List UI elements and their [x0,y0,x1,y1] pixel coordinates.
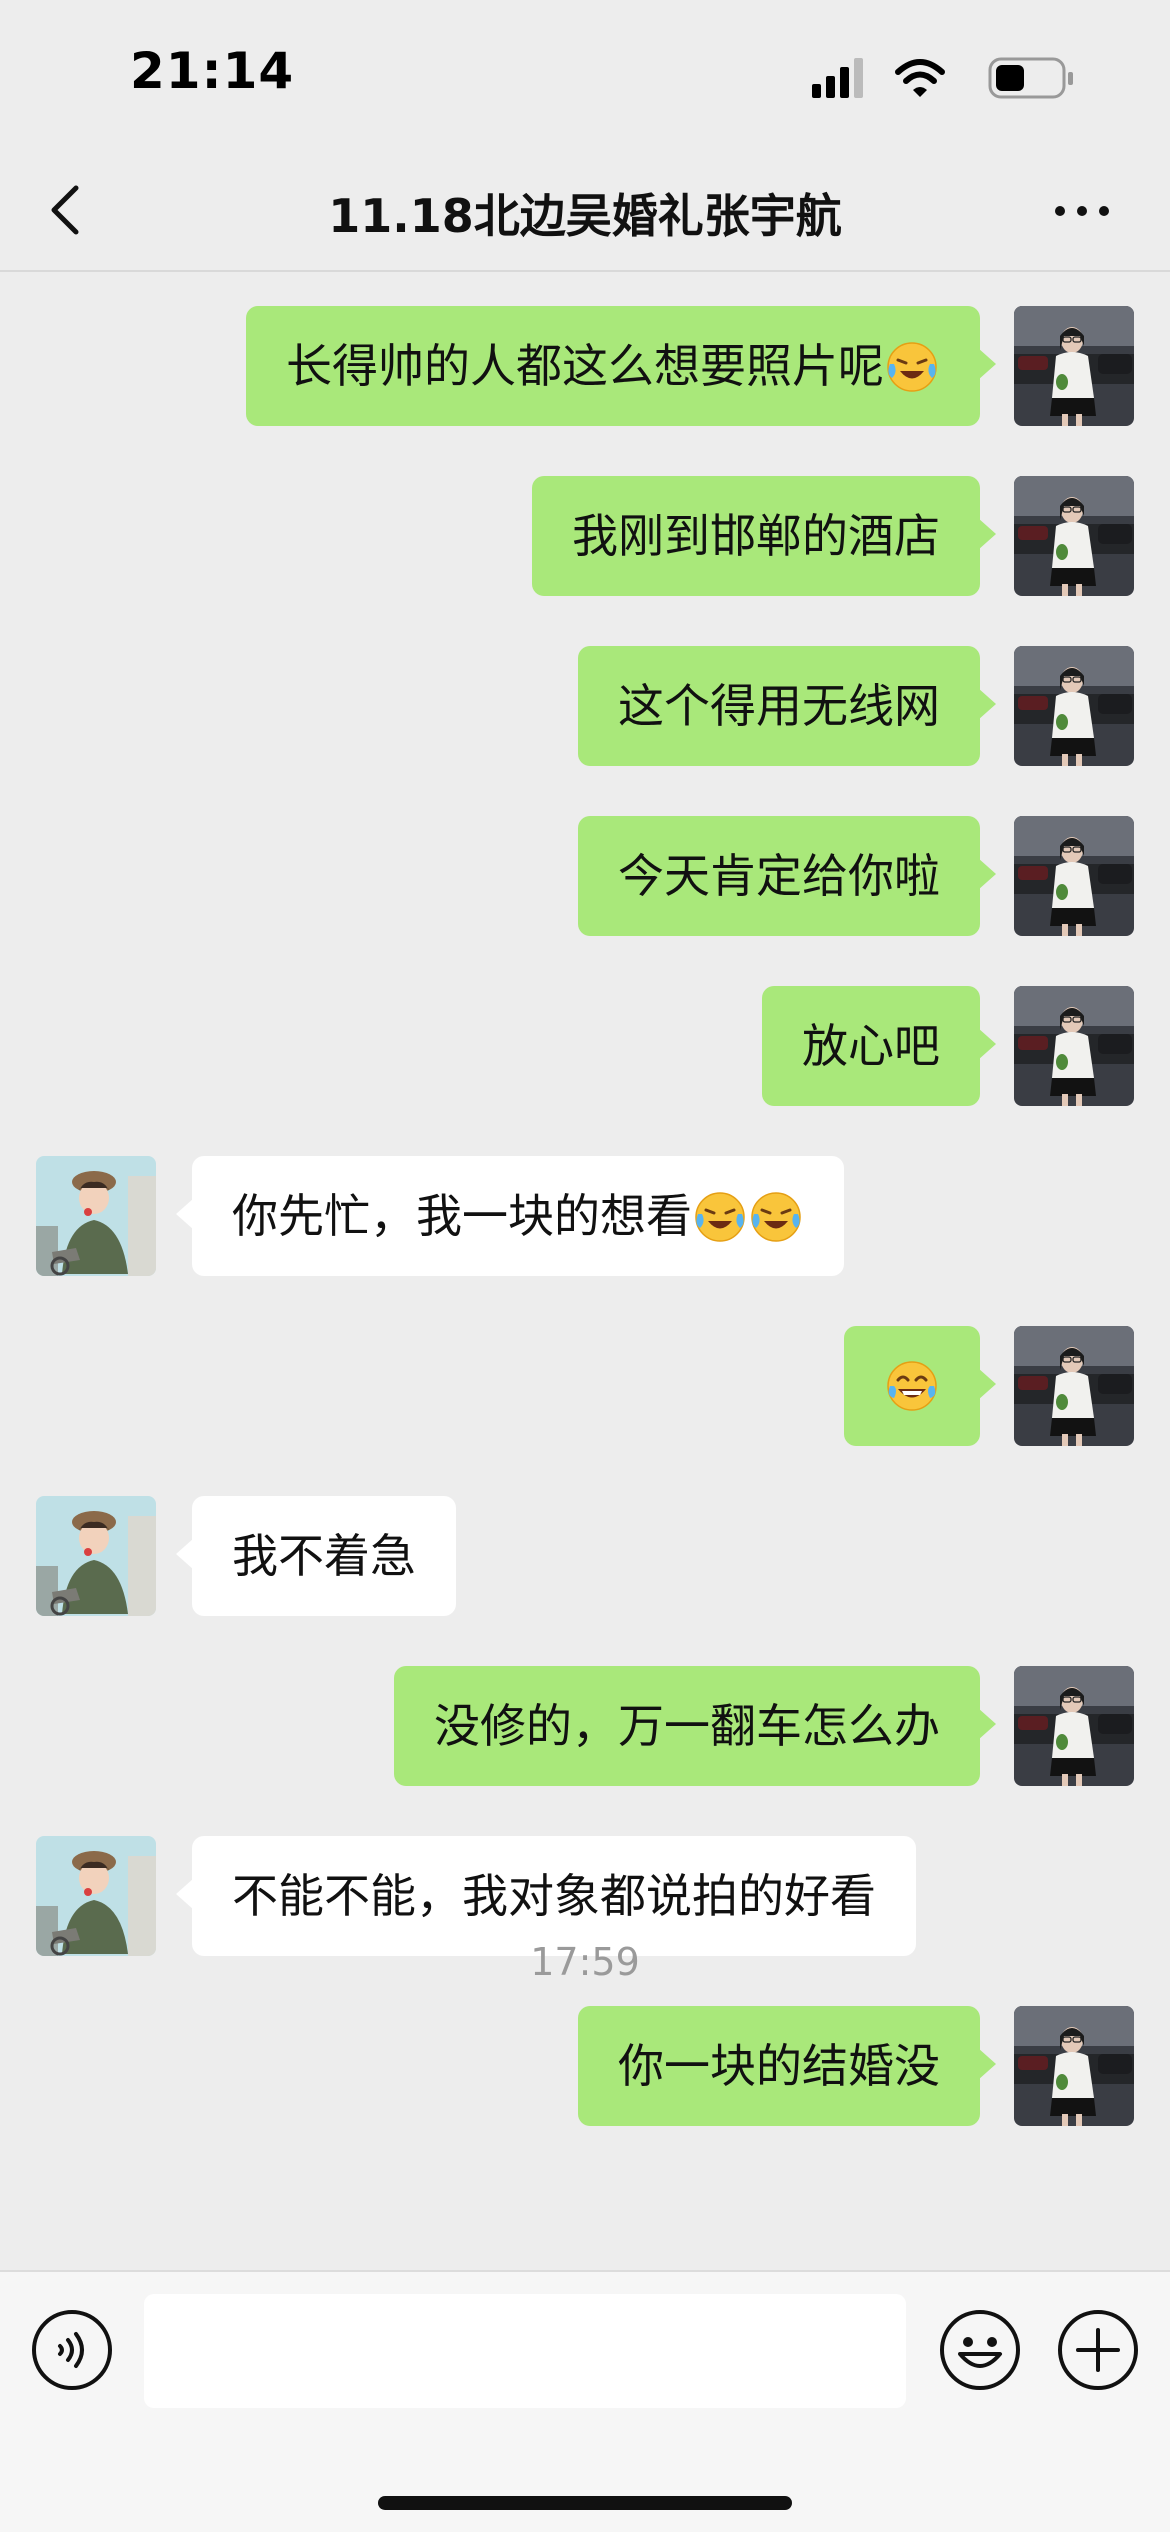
message-input[interactable] [144,2294,906,2408]
message-outgoing: 这个得用无线网 [0,646,1170,770]
battery-icon [988,57,1073,99]
message-text: 你一块的结婚没 [618,2039,940,2093]
my-avatar[interactable] [1014,2006,1134,2126]
tears-of-joy-emoji-icon [748,1188,804,1244]
message-timestamp: 17:59 [530,1940,640,1984]
message-bubble[interactable]: 我刚到邯郸的酒店 [532,476,996,596]
back-chevron-icon[interactable] [38,178,98,242]
more-options-icon[interactable] [1052,196,1112,226]
message-bubble[interactable] [844,1326,996,1446]
message-bubble[interactable]: 你一块的结婚没 [578,2006,996,2126]
message-text: 我刚到邯郸的酒店 [572,509,940,563]
message-incoming: 你先忙，我一块的想看 [0,1156,1170,1280]
my-avatar[interactable] [1014,1666,1134,1786]
joy-emoji-icon [884,1358,940,1414]
message-bubble[interactable]: 你先忙，我一块的想看 [176,1156,844,1276]
message-bubble[interactable]: 不能不能，我对象都说拍的好看 [176,1836,916,1956]
wifi-icon [895,59,945,97]
my-avatar[interactable] [1014,1326,1134,1446]
chat-title: 11.18北边吴婚礼张宇航 [328,189,842,243]
message-bubble[interactable]: 今天肯定给你啦 [578,816,996,936]
message-outgoing: 今天肯定给你啦 [0,816,1170,940]
message-text: 这个得用无线网 [618,679,940,733]
my-avatar[interactable] [1014,646,1134,766]
message-bubble[interactable]: 放心吧 [762,986,996,1106]
my-avatar[interactable] [1014,306,1134,426]
contact-avatar[interactable] [36,1836,156,1956]
message-text: 你先忙，我一块的想看 [232,1189,692,1243]
chat-screen: 21:14 11.18北边吴婚礼张宇航 长得帅的人都这么想要照片呢 我刚到邯郸的… [0,0,1170,2532]
message-incoming: 我不着急 [0,1496,1170,1620]
message-text: 没修的，万一翻车怎么办 [434,1699,940,1753]
message-text: 我不着急 [232,1529,416,1583]
message-text: 长得帅的人都这么想要照片呢 [286,339,884,393]
emoji-face-icon[interactable] [938,2308,1022,2392]
nav-bar: 11.18北边吴婚礼张宇航 [0,150,1170,272]
message-outgoing: 放心吧 [0,986,1170,1110]
my-avatar[interactable] [1014,816,1134,936]
status-icons [812,57,1073,99]
contact-avatar[interactable] [36,1496,156,1616]
message-bubble[interactable]: 长得帅的人都这么想要照片呢 [246,306,996,426]
message-bubble[interactable]: 这个得用无线网 [578,646,996,766]
contact-avatar[interactable] [36,1156,156,1276]
cellular-signal-icon [812,58,863,98]
message-text: 今天肯定给你啦 [618,849,940,903]
message-text: 不能不能，我对象都说拍的好看 [232,1869,876,1923]
message-text: 放心吧 [802,1019,940,1073]
voice-icon[interactable] [30,2308,114,2392]
my-avatar[interactable] [1014,476,1134,596]
message-outgoing [0,1326,1170,1450]
tears-of-joy-emoji-icon [884,338,940,394]
message-outgoing: 没修的，万一翻车怎么办 [0,1666,1170,1790]
tears-of-joy-emoji-icon [692,1188,748,1244]
message-bubble[interactable]: 没修的，万一翻车怎么办 [394,1666,996,1786]
message-outgoing: 长得帅的人都这么想要照片呢 [0,306,1170,430]
home-indicator [378,2496,792,2510]
message-outgoing: 你一块的结婚没 [0,2006,1170,2130]
status-time: 21:14 [130,42,295,100]
input-bar [0,2270,1170,2532]
message-outgoing: 我刚到邯郸的酒店 [0,476,1170,600]
plus-circle-icon[interactable] [1056,2308,1140,2392]
message-bubble[interactable]: 我不着急 [176,1496,456,1616]
my-avatar[interactable] [1014,986,1134,1106]
status-bar: 21:14 [0,0,1170,150]
